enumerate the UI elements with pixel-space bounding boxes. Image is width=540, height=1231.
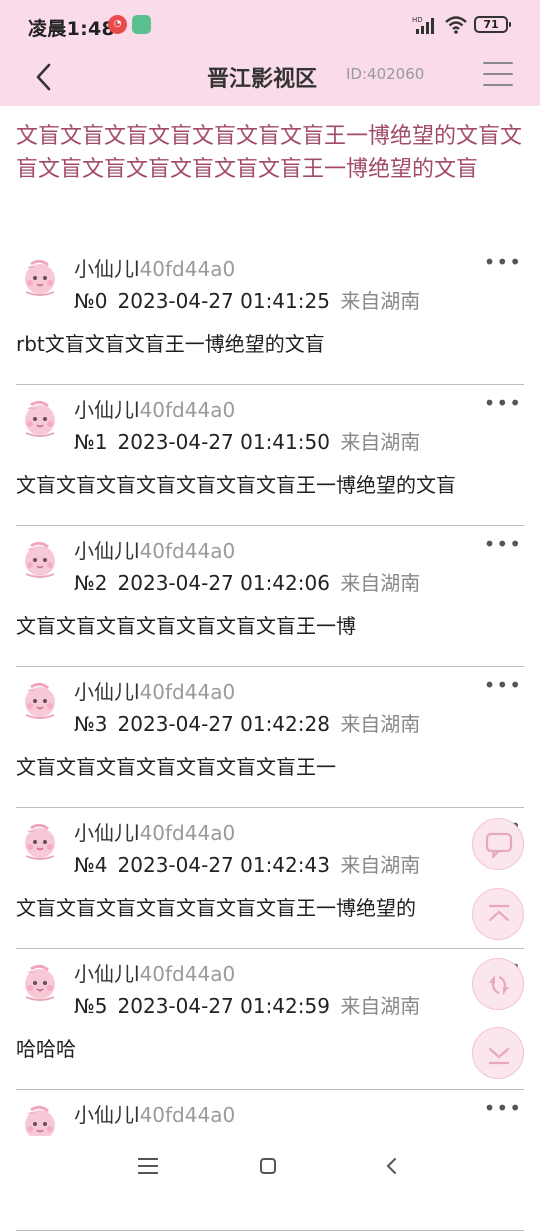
wifi-icon [445,16,467,34]
reply-content: 文盲文盲文盲文盲文盲文盲文盲王一 [16,755,336,779]
reply-item: 小仙儿l40fd44a0 №2 2023-04-27 01:42:06 来自湖南 … [16,526,524,667]
reply-time: 2023-04-27 01:41:25 [117,289,330,313]
scroll-to-bottom-icon [488,1047,510,1065]
status-bar: 凌晨1:48 ◔ HD 71 [0,0,540,50]
author-uid: 40fd44a0 [139,821,236,845]
more-options-icon[interactable]: ••• [484,1098,522,1118]
reply-time: 2023-04-27 01:42:59 [117,994,330,1018]
more-options-icon[interactable]: ••• [484,393,522,413]
reply-item: 小仙儿l40fd44a0 №1 2023-04-27 01:41:50 来自湖南 … [16,385,524,526]
reply-item: 小仙儿l40fd44a0 №3 2023-04-27 01:42:28 来自湖南 … [16,667,524,808]
reply-location: 来自湖南 [340,853,421,877]
reply-meta: №1 2023-04-27 01:41:50 来自湖南 [74,426,420,455]
author-name: 小仙儿l [74,398,140,422]
reply-content: 文盲文盲文盲文盲文盲文盲文盲王一博绝望的 [16,896,416,920]
avatar[interactable] [18,959,62,1003]
reply-list: 小仙儿l40fd44a0 №0 2023-04-27 01:41:25 来自湖南 … [0,244,540,1231]
app-notification-icon: ◔ [108,15,127,34]
avatar[interactable] [18,254,62,298]
author-name: 小仙儿l [74,962,140,986]
floor-number: №0 [74,289,108,313]
avatar[interactable] [18,395,62,439]
post-title: 文盲文盲文盲文盲文盲文盲文盲王一博绝望的文盲文盲文盲文盲文盲文盲文盲文盲王一博绝… [16,124,523,182]
reply-meta: №2 2023-04-27 01:42:06 来自湖南 [74,567,420,596]
scroll-to-bottom-button[interactable] [472,1027,524,1079]
avatar[interactable] [18,677,62,721]
reply-content: 文盲文盲文盲文盲文盲文盲文盲王一博 [16,614,356,638]
author-name: 小仙儿l [74,1103,140,1127]
author-uid: 40fd44a0 [139,1103,236,1127]
reply-author[interactable]: 小仙儿l40fd44a0 [74,958,235,987]
author-name: 小仙儿l [74,539,140,563]
floor-number: №1 [74,430,108,454]
floor-number: №2 [74,571,108,595]
reply-location: 来自湖南 [340,430,421,454]
refresh-icon [489,975,509,995]
reply-item: 小仙儿l40fd44a0 №4 2023-04-27 01:42:43 来自湖南 … [16,808,524,949]
author-uid: 40fd44a0 [139,962,236,986]
reply-item: 小仙儿l40fd44a0 №0 2023-04-27 01:41:25 来自湖南 … [16,244,524,385]
board-id: ID:402060 [346,65,425,83]
reply-content: 哈哈哈 [16,1037,76,1061]
avatar[interactable] [18,536,62,580]
author-name: 小仙儿l [74,257,140,281]
reply-meta: №4 2023-04-27 01:42:43 来自湖南 [74,849,420,878]
floor-number: №3 [74,712,108,736]
reply-location: 来自湖南 [340,712,421,736]
author-uid: 40fd44a0 [139,680,236,704]
svg-text:HD: HD [412,16,423,24]
comment-button[interactable] [472,818,524,870]
reply-meta: №0 2023-04-27 01:41:25 来自湖南 [74,285,420,314]
author-name: 小仙儿l [74,680,140,704]
page-title: 晋江影视区 [207,67,318,92]
reply-author[interactable]: 小仙儿l40fd44a0 [74,1099,235,1128]
scroll-to-top-icon [488,904,510,922]
reply-author[interactable]: 小仙儿l40fd44a0 [74,817,235,846]
signal-icon: HD [412,16,434,34]
reply-content: 文盲文盲文盲文盲文盲文盲文盲王一博绝望的文盲 [16,473,456,497]
reply-meta: №3 2023-04-27 01:42:28 来自湖南 [74,708,420,737]
refresh-button[interactable] [472,958,524,1010]
reply-content: rbt文盲文盲文盲王一博绝望的文盲 [16,332,325,356]
hamburger-menu-icon[interactable] [483,62,513,92]
reply-author[interactable]: 小仙儿l40fd44a0 [74,253,235,282]
recent-apps-icon[interactable] [138,1158,158,1174]
chevron-left-icon[interactable] [28,60,62,94]
status-time: 凌晨1:48 [28,18,116,40]
app-icon [132,15,151,34]
author-uid: 40fd44a0 [139,257,236,281]
reply-item: 小仙儿l40fd44a0 №5 2023-04-27 01:42:59 来自湖南 … [16,949,524,1090]
home-icon[interactable] [260,1158,276,1174]
author-name: 小仙儿l [74,821,140,845]
author-uid: 40fd44a0 [139,398,236,422]
reply-author[interactable]: 小仙儿l40fd44a0 [74,394,235,423]
scroll-to-top-button[interactable] [472,888,524,940]
more-options-icon[interactable]: ••• [484,675,522,695]
system-back-icon[interactable] [382,1156,402,1176]
reply-location: 来自湖南 [340,994,421,1018]
more-options-icon[interactable]: ••• [484,252,522,272]
avatar[interactable] [18,818,62,862]
reply-time: 2023-04-27 01:42:06 [117,571,330,595]
reply-author[interactable]: 小仙儿l40fd44a0 [74,676,235,705]
reply-location: 来自湖南 [340,571,421,595]
system-navigation-bar [0,1136,540,1200]
reply-meta: №5 2023-04-27 01:42:59 来自湖南 [74,990,420,1019]
comment-icon [485,832,513,859]
more-options-icon[interactable]: ••• [484,534,522,554]
author-uid: 40fd44a0 [139,539,236,563]
reply-time: 2023-04-27 01:42:28 [117,712,330,736]
reply-time: 2023-04-27 01:41:50 [117,430,330,454]
reply-time: 2023-04-27 01:42:43 [117,853,330,877]
floor-number: №4 [74,853,108,877]
battery-indicator: 71 [474,16,511,33]
top-navigation: 晋江影视区 ID:402060 [0,50,540,106]
floor-number: №5 [74,994,108,1018]
reply-author[interactable]: 小仙儿l40fd44a0 [74,535,235,564]
reply-location: 来自湖南 [340,289,421,313]
